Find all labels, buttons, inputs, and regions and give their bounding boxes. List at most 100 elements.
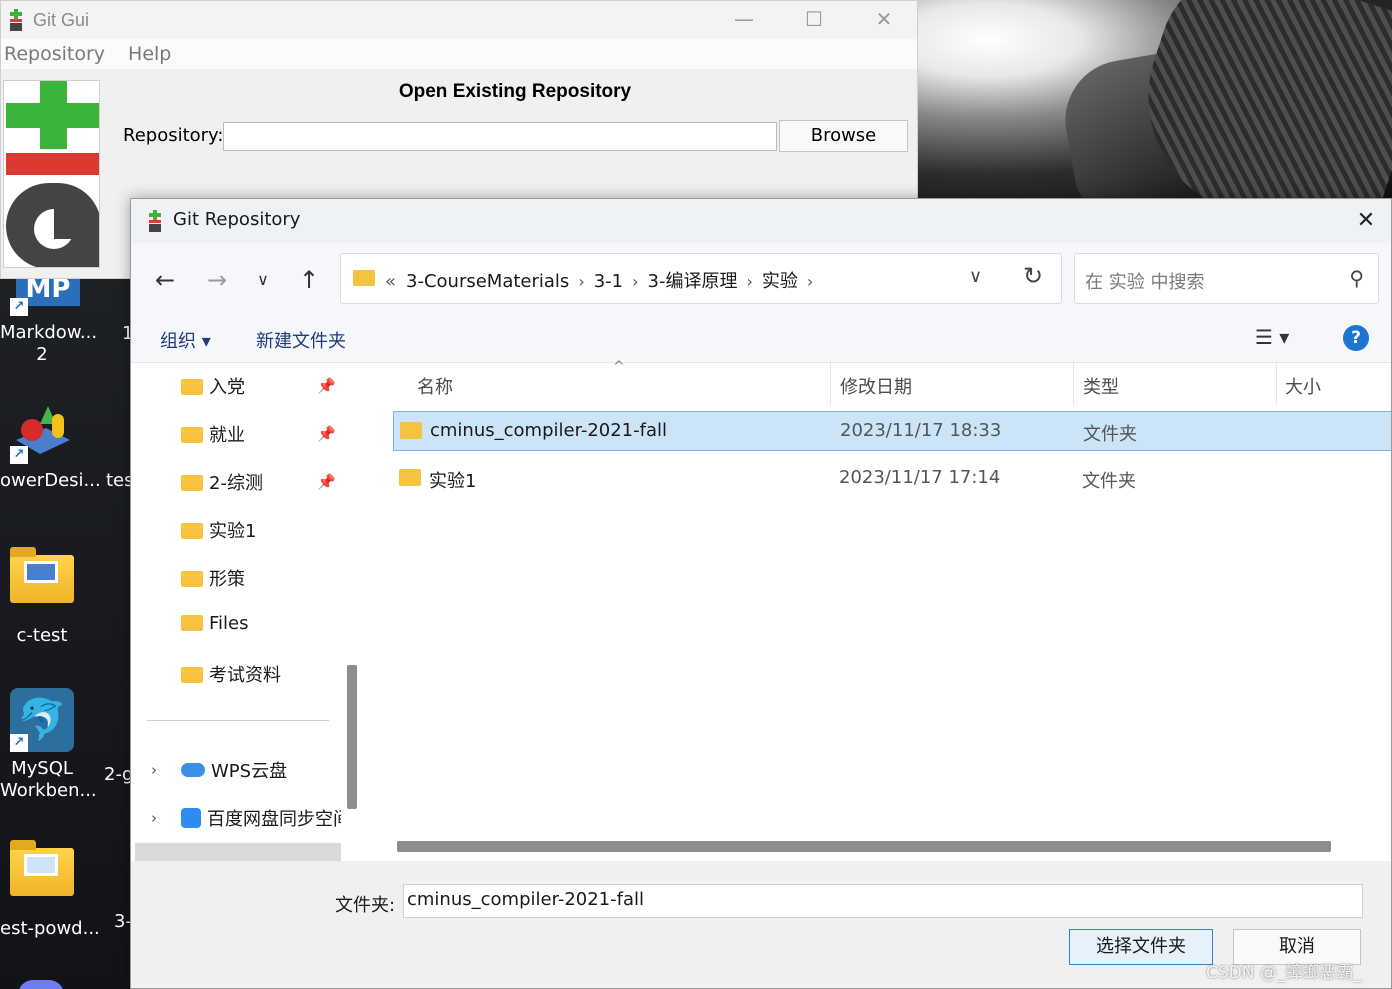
column-header-type[interactable]: 类型 xyxy=(1083,373,1119,399)
nav-item-label: 就业 xyxy=(209,425,245,446)
menu-bar: Repository Help xyxy=(1,39,917,69)
folder-icon xyxy=(181,615,203,631)
folder-icon xyxy=(181,475,203,491)
desktop-icon-label: MySQL xyxy=(11,758,73,779)
folder-icon xyxy=(399,469,421,486)
file-name: cminus_compiler-2021-fall xyxy=(430,420,667,441)
nav-item[interactable]: Files xyxy=(181,613,249,643)
desktop-icon-label[interactable]: 2-g xyxy=(104,764,133,785)
search-box[interactable]: 在 实验 中搜索 ⚲ xyxy=(1074,253,1379,304)
maximize-button[interactable]: ☐ xyxy=(779,1,849,37)
desktop-icon-label: Workben... xyxy=(0,780,97,801)
expand-chevron-icon[interactable]: › xyxy=(151,809,157,827)
folder-label: 文件夹: xyxy=(335,895,396,916)
nav-scrollbar[interactable] xyxy=(347,665,357,809)
column-divider[interactable] xyxy=(1073,363,1074,405)
breadcrumb-item[interactable]: 实验 xyxy=(762,271,798,292)
repository-input[interactable] xyxy=(223,122,777,151)
column-header-date[interactable]: 修改日期 xyxy=(840,373,912,399)
watermark: CSDN @_蟑螂恶霸_ xyxy=(1206,963,1362,983)
menu-help[interactable]: Help xyxy=(128,43,171,65)
organize-button[interactable]: 组织 ▾ xyxy=(160,327,211,353)
close-button[interactable]: ✕ xyxy=(849,1,919,37)
desktop-icon-label: owerDesi... xyxy=(0,470,101,491)
pin-icon: 📌 xyxy=(317,473,336,491)
folder-icon xyxy=(181,667,203,683)
nav-item-label: 实验1 xyxy=(209,521,257,542)
navigation-bar: ← → ∨ ↑ « 3-CourseMaterials › 3-1 › 3-编译原理 › 实验… xyxy=(131,243,1391,313)
file-row-selected[interactable]: cminus_compiler-2021-fall 2023/11/17 18:… xyxy=(393,411,1391,451)
repository-label: Repository: xyxy=(123,125,224,146)
baidu-netdisk-icon xyxy=(181,808,201,828)
git-gui-app-icon xyxy=(149,210,161,232)
file-type: 文件夹 xyxy=(1083,424,1137,445)
desktop-icon-powerdesigner[interactable]: ↗ owerDesi... xyxy=(0,400,101,492)
chevron-right-icon[interactable]: › xyxy=(578,272,584,291)
minimize-button[interactable]: — xyxy=(709,1,779,37)
back-arrow-icon[interactable]: ← xyxy=(147,265,183,295)
chevron-right-icon[interactable]: › xyxy=(632,272,638,291)
horizontal-scrollbar[interactable] xyxy=(397,841,1331,852)
command-bar: 组织 ▾ 新建文件夹 ☰ ▾ ? xyxy=(131,313,1391,363)
up-arrow-icon[interactable]: ↑ xyxy=(291,265,327,295)
nav-item-baidu-sync[interactable]: 百度网盘同步空间 xyxy=(181,805,341,835)
nav-item-label: 百度网盘同步空间 xyxy=(207,809,341,830)
nav-item[interactable]: 2-综测 xyxy=(181,469,263,499)
sort-ascending-icon: ^ xyxy=(613,359,625,375)
new-folder-button[interactable]: 新建文件夹 xyxy=(256,327,346,353)
breadcrumb-overflow[interactable]: « xyxy=(385,271,396,292)
desktop-icon-label: c-test xyxy=(16,625,68,646)
expand-chevron-icon[interactable]: › xyxy=(151,761,157,779)
desktop-icon-partial[interactable] xyxy=(18,980,64,989)
refresh-icon[interactable]: ↻ xyxy=(1023,262,1043,290)
search-input[interactable]: 在 实验 中搜索 xyxy=(1085,268,1204,294)
breadcrumb-item[interactable]: 3-1 xyxy=(594,271,623,292)
folder-name-input[interactable]: cminus_compiler-2021-fall xyxy=(403,884,1363,918)
folder-icon xyxy=(353,270,375,286)
nav-item[interactable]: 形策 xyxy=(181,565,245,595)
desktop-icon-label: est-powd... xyxy=(0,918,100,939)
nav-item-label: Files xyxy=(209,613,249,634)
forward-arrow-icon[interactable]: → xyxy=(199,265,235,295)
nav-item-wps-cloud[interactable]: WPS云盘 xyxy=(181,757,287,787)
chevron-right-icon[interactable]: › xyxy=(807,272,813,291)
breadcrumb: « 3-CourseMaterials › 3-1 › 3-编译原理 › 实验 › xyxy=(385,267,822,293)
desktop-icon-test-powd[interactable]: est-powd... xyxy=(0,838,100,940)
dialog-footer: 文件夹: cminus_compiler-2021-fall 选择文件夹 取消 xyxy=(131,861,1391,988)
nav-item-label: WPS云盘 xyxy=(211,761,288,782)
nav-item[interactable]: 入党 xyxy=(181,373,245,403)
nav-item[interactable]: 考试资料 xyxy=(181,661,281,691)
git-logo xyxy=(3,80,100,268)
desktop-icon-label: 2 xyxy=(36,344,48,365)
breadcrumb-item[interactable]: 3-编译原理 xyxy=(648,271,738,292)
file-date: 2023/11/17 17:14 xyxy=(839,467,1001,488)
address-bar[interactable]: « 3-CourseMaterials › 3-1 › 3-编译原理 › 实验 › ∨ ↻ xyxy=(340,253,1062,304)
nav-item[interactable]: 实验1 xyxy=(181,517,256,547)
column-header-size[interactable]: 大小 xyxy=(1285,373,1321,399)
desktop-icon-mysql[interactable]: 🐬 ↗ MySQL Workben... xyxy=(0,688,97,802)
pin-icon: 📌 xyxy=(317,425,336,443)
nav-item-partial[interactable] xyxy=(135,843,341,861)
page-title: Open Existing Repository xyxy=(398,81,632,102)
view-options-icon[interactable]: ☰ ▾ xyxy=(1255,325,1289,349)
chevron-down-icon[interactable]: ∨ xyxy=(969,266,982,287)
browse-button[interactable]: Browse xyxy=(779,120,908,152)
recent-locations-chevron-icon[interactable]: ∨ xyxy=(245,265,281,295)
breadcrumb-item[interactable]: 3-CourseMaterials xyxy=(406,271,569,292)
select-folder-button[interactable]: 选择文件夹 xyxy=(1069,929,1213,965)
shortcut-arrow-icon: ↗ xyxy=(10,734,28,752)
desktop-icon-c-test[interactable]: c-test xyxy=(0,545,84,647)
wallpaper xyxy=(918,0,1392,200)
nav-item-label: 考试资料 xyxy=(209,665,281,686)
navigation-pane: 入党 📌 就业 📌 2-综测 📌 实验1 形策 Files 考试资料 › WPS… xyxy=(131,363,361,861)
file-list: ^ 名称 修改日期 类型 大小 cminus_compiler-2021-fal… xyxy=(371,359,1391,861)
nav-item[interactable]: 就业 xyxy=(181,421,245,451)
column-divider[interactable] xyxy=(830,363,831,405)
file-row[interactable]: 实验1 2023/11/17 17:14 文件夹 xyxy=(393,459,1391,499)
column-divider[interactable] xyxy=(1276,363,1277,405)
column-header-name[interactable]: 名称 xyxy=(417,373,453,399)
menu-repository[interactable]: Repository xyxy=(4,43,105,65)
chevron-right-icon[interactable]: › xyxy=(746,272,752,291)
dialog-close-button[interactable]: ✕ xyxy=(1351,207,1381,235)
help-icon[interactable]: ? xyxy=(1343,325,1369,351)
